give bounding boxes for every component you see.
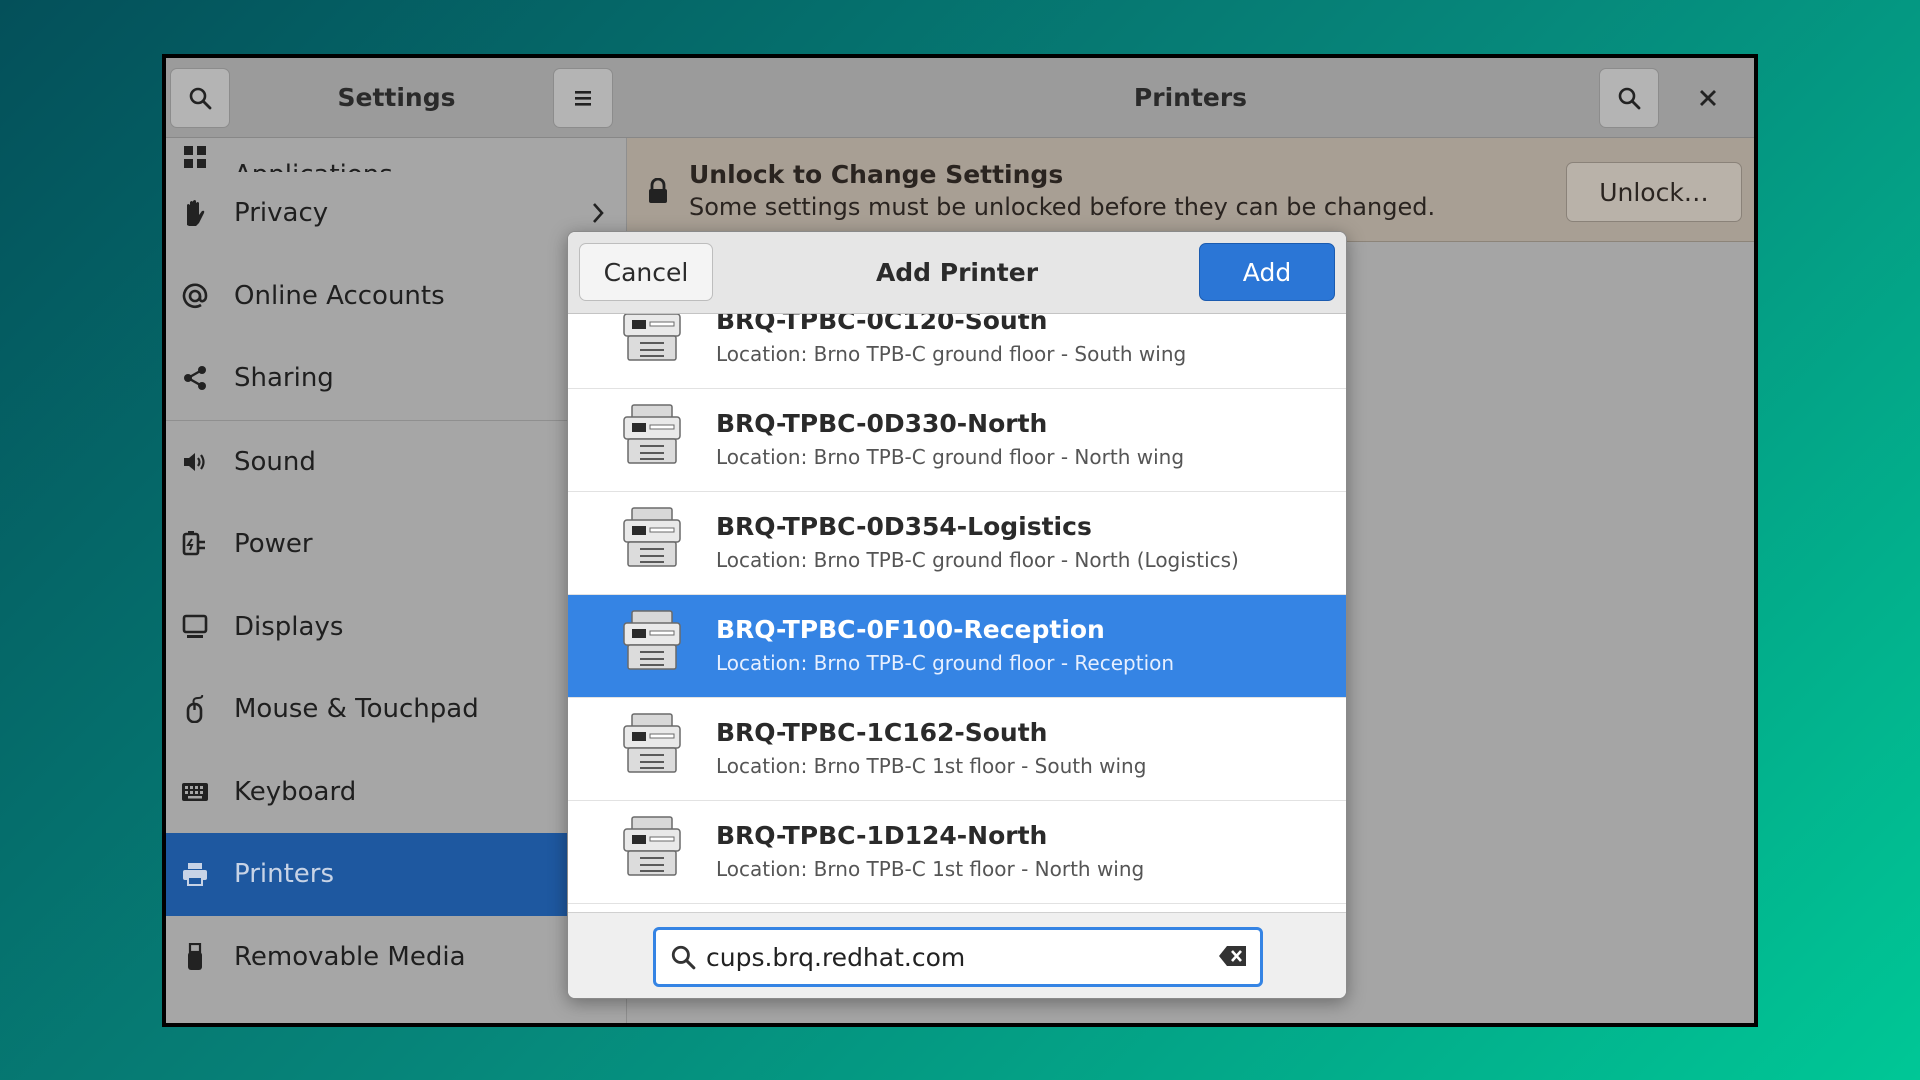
printer-device-icon	[620, 314, 686, 366]
printer-location: Location: Brno TPB-C 1st floor - North w…	[716, 857, 1145, 881]
printer-name: BRQ-TPBC-0C120-South	[716, 314, 1048, 335]
usb-icon	[180, 942, 210, 972]
add-button[interactable]: Add	[1199, 243, 1335, 301]
unlock-button[interactable]: Unlock…	[1566, 162, 1742, 222]
at-icon	[180, 281, 210, 311]
printer-location: Location: Brno TPB-C ground floor - Nort…	[716, 445, 1185, 469]
printer-device-icon	[620, 712, 686, 778]
sidebar-item-label: Sound	[234, 446, 316, 477]
printer-row[interactable]: BRQ-TPBC-0D354-Logistics Location: Brno …	[568, 492, 1346, 595]
sidebar-item-online-accounts[interactable]: Online Accounts	[166, 255, 627, 338]
printer-row[interactable]: BRQ-TPBC-0D330-North Location: Brno TPB-…	[568, 389, 1346, 492]
printer-name: BRQ-TPBC-0D330-North	[716, 409, 1048, 438]
infobar-message: Some settings must be unlocked before th…	[689, 193, 1436, 221]
sidebar-item-label: Keyboard	[234, 776, 357, 807]
mouse-icon	[180, 694, 210, 724]
printers-search-button[interactable]	[1599, 68, 1659, 128]
hand-icon	[180, 198, 210, 228]
sidebar-item-label: Privacy	[234, 198, 329, 229]
sidebar-search-button[interactable]	[170, 68, 230, 128]
chevron-right-icon	[593, 203, 604, 224]
content-header: Printers	[627, 58, 1754, 138]
sidebar: Settings Applications Privacy	[166, 58, 627, 1023]
printer-name: BRQ-TPBC-1D124-North	[716, 821, 1048, 850]
display-icon	[180, 612, 210, 642]
dialog-title: Add Printer	[875, 258, 1039, 287]
sidebar-item-sound[interactable]: Sound	[166, 421, 627, 504]
sidebar-item-label: Removable Media	[234, 941, 466, 972]
sidebar-item-power[interactable]: Power	[166, 503, 627, 586]
sidebar-item-label: Displays	[234, 611, 344, 642]
sidebar-item-label: Mouse & Touchpad	[234, 694, 479, 725]
printer-device-icon	[620, 609, 686, 675]
cancel-button[interactable]: Cancel	[579, 243, 713, 301]
printer-row[interactable]: BRQ-TPBC-1C162-South Location: Brno TPB-…	[568, 698, 1346, 801]
dialog-footer	[568, 912, 1346, 998]
apps-icon	[180, 142, 210, 172]
printer-search-input[interactable]	[706, 938, 1186, 976]
printer-name: BRQ-TPBC-0D354-Logistics	[716, 512, 1092, 541]
sidebar-item-sharing[interactable]: Sharing	[166, 337, 627, 420]
printer-list: BRQ-TPBC-0C120-South Location: Brno TPB-…	[568, 314, 1346, 912]
sidebar-item-displays[interactable]: Displays	[166, 586, 627, 669]
sidebar-item-applications[interactable]: Applications	[166, 138, 627, 172]
sidebar-item-label: Printers	[234, 859, 335, 890]
printer-location: Location: Brno TPB-C ground floor - Rece…	[716, 651, 1175, 675]
clear-text-icon[interactable]	[1218, 944, 1248, 968]
printer-device-icon	[620, 506, 686, 572]
sidebar-list: Applications Privacy Online Accounts	[166, 138, 627, 998]
printer-location: Location: Brno TPB-C ground floor - Sout…	[716, 342, 1187, 366]
sidebar-title: Settings	[337, 83, 456, 112]
printer-search-field[interactable]	[653, 927, 1263, 987]
add-printer-dialog: Cancel Add Printer Add BRQ-TPBC-0C120-So…	[567, 231, 1347, 999]
printer-row[interactable]: BRQ-TPBC-1D124-North Location: Brno TPB-…	[568, 801, 1346, 904]
power-plug-icon	[180, 529, 210, 559]
close-icon	[1700, 90, 1716, 106]
printer-location: Location: Brno TPB-C ground floor - Nort…	[716, 548, 1239, 572]
printer-device-icon	[620, 815, 686, 881]
printer-name: BRQ-TPBC-0F100-Reception	[716, 615, 1105, 644]
sidebar-item-printers[interactable]: Printers	[166, 833, 627, 916]
search-icon	[671, 945, 696, 970]
page-title: Printers	[1133, 83, 1248, 112]
dialog-header: Cancel Add Printer Add	[568, 232, 1346, 314]
speaker-icon	[180, 447, 210, 477]
sidebar-item-mouse-touchpad[interactable]: Mouse & Touchpad	[166, 668, 627, 751]
infobar-title: Unlock to Change Settings	[689, 160, 1064, 189]
unlock-infobar: Unlock to Change Settings Some settings …	[627, 138, 1754, 242]
sidebar-item-privacy[interactable]: Privacy	[166, 172, 627, 255]
printer-name: BRQ-TPBC-1C162-South	[716, 718, 1048, 747]
hamburger-menu-icon	[575, 91, 591, 106]
printer-location: Location: Brno TPB-C 1st floor - South w…	[716, 754, 1147, 778]
sidebar-item-removable-media[interactable]: Removable Media	[166, 916, 627, 999]
sidebar-item-label: Sharing	[234, 363, 334, 394]
search-icon	[1618, 87, 1641, 110]
search-icon	[189, 87, 212, 110]
window-close-button[interactable]	[1688, 78, 1728, 118]
sidebar-header: Settings	[166, 58, 627, 138]
lock-icon	[649, 178, 667, 203]
share-icon	[180, 363, 210, 393]
keyboard-icon	[180, 777, 210, 807]
sidebar-item-label: Power	[234, 529, 313, 560]
printer-device-icon	[620, 403, 686, 469]
main-menu-button[interactable]	[553, 68, 613, 128]
printer-icon	[180, 859, 210, 889]
sidebar-item-label: Online Accounts	[234, 280, 445, 311]
sidebar-item-keyboard[interactable]: Keyboard	[166, 751, 627, 834]
printer-row[interactable]: BRQ-TPBC-0C120-South Location: Brno TPB-…	[568, 314, 1346, 389]
sidebar-item-label: Applications	[234, 160, 393, 172]
printer-row-selected[interactable]: BRQ-TPBC-0F100-Reception Location: Brno …	[568, 595, 1346, 698]
